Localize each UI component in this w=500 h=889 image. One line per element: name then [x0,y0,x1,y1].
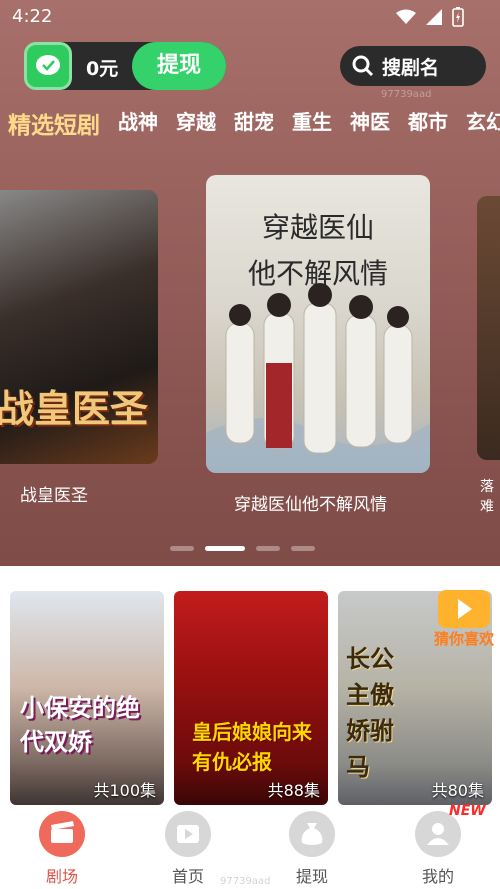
tab-rebirth[interactable]: 重生 [292,106,332,140]
drama-poster-text: 小保安的绝代双娇 [20,693,140,756]
search-label: 搜剧名 [382,57,440,79]
poster-figures [206,283,430,473]
episode-count: 共88集 [267,781,320,800]
tab-time-travel[interactable]: 穿越 [176,106,216,140]
wifi-icon [396,9,416,24]
carousel-caption-right: 落难 [480,479,494,515]
status-icons [396,7,464,27]
drama-poster-text: 皇后娘娘向来有仇必报 [192,720,312,774]
battery-icon [452,7,464,27]
withdraw-button[interactable]: 提现 [132,42,226,90]
wallet-pill[interactable]: 0元 提现 [24,42,226,90]
tv-play-icon [165,811,211,857]
drama-card-1[interactable]: 小保安的绝代双娇 共100集 [10,591,164,805]
nav-theater[interactable]: 剧场 [22,811,102,887]
watermark-bottom: 97739aad [220,876,271,887]
carousel-caption-center: 穿越医仙他不解风情 [234,495,387,515]
tab-divine-doctor[interactable]: 神医 [350,106,390,140]
drama-card-2[interactable]: 皇后娘娘向来有仇必报 共88集 [174,591,328,805]
carousel-pagination [170,546,315,551]
search-icon [352,55,374,77]
nav-withdraw[interactable]: 提现 [272,811,352,887]
search-button[interactable]: 搜剧名 [340,46,486,86]
pagination-dot-active [205,546,245,551]
carousel-card-right[interactable] [477,196,500,460]
nav-label: 首页 [171,867,204,886]
guess-you-like-label: 猜你喜欢 [433,630,494,648]
nav-home[interactable]: 首页 [148,811,228,887]
tab-urban[interactable]: 都市 [408,106,448,140]
money-bag-icon [289,811,335,857]
carousel-card-center[interactable]: 穿越医仙 他不解风情 [206,175,430,473]
carousel-card-left[interactable]: 战皇医圣 [0,190,158,464]
status-bar: 4:22 [0,0,500,34]
nav-label: 剧场 [45,867,78,886]
poster-title: 战皇医圣 [0,386,149,431]
wechat-icon [24,42,72,90]
episode-count: 共100集 [93,781,156,800]
balance-amount: 0元 [86,58,119,80]
carousel-caption-left: 战皇医圣 [20,486,88,506]
watermark: 97739aad [381,89,432,100]
poster-title-line1: 穿越医仙 [261,211,374,244]
tab-war-god[interactable]: 战神 [118,106,158,140]
clapperboard-icon [39,811,85,857]
new-badge: NEW [449,803,486,819]
tab-fantasy[interactable]: 玄幻 [466,106,500,140]
nav-mine[interactable]: 我的 [398,811,478,887]
episode-count: 共80集 [431,781,484,800]
nav-label: 提现 [295,867,328,886]
status-time: 4:22 [12,6,53,27]
nav-label: 我的 [421,867,454,886]
play-icon [438,590,490,628]
pagination-dot [170,546,194,551]
tab-featured[interactable]: 精选短剧 [8,106,100,140]
signal-icon [426,9,442,25]
pagination-dot [291,546,315,551]
tab-sweet-romance[interactable]: 甜宠 [234,106,274,140]
pagination-dot [256,546,280,551]
category-tabs: 精选短剧 战神 穿越 甜宠 重生 神医 都市 玄幻 [8,106,500,140]
drama-poster-text: 长公主傲娇驸马 [346,644,394,781]
